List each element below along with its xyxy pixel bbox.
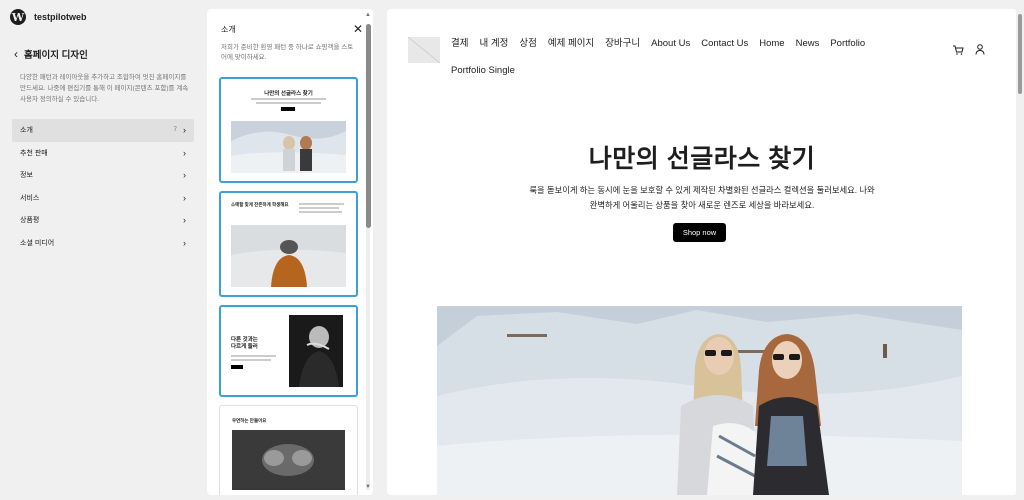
chevron-left-icon: ‹ xyxy=(14,47,18,61)
category-item-testimonials[interactable]: 상품평 › xyxy=(12,209,194,232)
wordpress-icon[interactable]: W xyxy=(10,9,26,25)
category-label: 소개 xyxy=(20,127,33,135)
thumb-text-line xyxy=(256,102,321,104)
category-item-about[interactable]: 정보 › xyxy=(12,164,194,187)
nav-item[interactable]: 상점 xyxy=(519,30,536,57)
thumb-button xyxy=(231,365,243,369)
category-label: 소셜 미디어 xyxy=(20,239,55,247)
placeholder-image-icon xyxy=(408,37,440,63)
close-icon[interactable]: ✕ xyxy=(353,22,363,36)
pattern-thumbnail-4[interactable]: 우연하는 만들어요 xyxy=(219,405,358,495)
chevron-right-icon: › xyxy=(183,147,186,158)
scrollbar-thumb[interactable] xyxy=(365,24,371,228)
thumb-text-line xyxy=(299,207,339,209)
sidebar: W testpilotweb ‹ 홈페이지 디자인 다양한 패턴과 레이아웃을 … xyxy=(0,0,206,500)
category-count-badge: 7 xyxy=(173,127,177,134)
nav-item[interactable]: Contact Us xyxy=(701,30,748,57)
hero-subtitle: 룩을 돋보이게 하는 동시에 눈을 보호할 수 있게 제작된 차별화된 선글라스… xyxy=(529,185,875,210)
thumb-text-line xyxy=(251,98,326,100)
chevron-right-icon: › xyxy=(183,237,186,248)
chevron-right-icon: › xyxy=(183,170,186,181)
panel-title: 홈페이지 디자인 xyxy=(24,50,88,61)
thumb-text-line xyxy=(299,211,342,213)
category-list: 소개 7 › 추천 판매 › 정보 › 서비스 › 상품평 › 소셜 미디어 › xyxy=(0,119,206,254)
pattern-thumbnail-3[interactable]: 다른 것과는 다르게 들러 xyxy=(219,305,358,397)
pattern-thumbnail-1[interactable]: 나만의 선글라스 찾기 xyxy=(219,77,358,183)
category-item-featured[interactable]: 추천 판매 › xyxy=(12,142,194,165)
back-button[interactable]: ‹ 홈페이지 디자인 xyxy=(14,46,206,62)
patterns-title: 소개 xyxy=(221,24,236,34)
scroll-up-arrow-icon[interactable]: ▲ xyxy=(364,12,372,18)
site-navigation: 결제 내 계정 상점 예제 페이지 장바구니 About Us Contact Us Home… xyxy=(451,30,921,84)
homepage-preview: 결제 내 계정 상점 예제 페이지 장바구니 About Us Contact Us Home… xyxy=(387,9,1017,495)
site-name: testpilotweb xyxy=(34,12,87,22)
nav-item[interactable]: 결제 xyxy=(451,30,468,57)
user-icon[interactable] xyxy=(975,44,985,55)
pattern-thumb-title: 다른 것과는 다르게 들러 xyxy=(231,337,258,350)
nav-item[interactable]: 내 계정 xyxy=(479,30,508,57)
patterns-header: 소개 ✕ xyxy=(207,9,373,37)
nav-item[interactable]: Home xyxy=(759,30,784,57)
thumb-text-line xyxy=(231,359,271,361)
scrollbar-thumb[interactable] xyxy=(1018,14,1022,94)
cart-icon[interactable] xyxy=(953,45,964,55)
patterns-scrollbar[interactable]: ▲ ▼ xyxy=(364,12,372,492)
nav-item[interactable]: Portfolio Single xyxy=(451,57,515,84)
nav-item[interactable]: News xyxy=(796,30,820,57)
category-item-intro[interactable]: 소개 7 › xyxy=(12,119,194,142)
chevron-right-icon: › xyxy=(183,125,186,136)
preview-scrollbar[interactable] xyxy=(1016,0,1024,500)
thumb-image-pottery xyxy=(232,430,345,490)
category-item-social[interactable]: 소셜 미디어 › xyxy=(12,232,194,255)
pattern-thumbnail-2[interactable]: 소매할 맞게 잔존하게 학생해요 xyxy=(219,191,358,297)
pattern-thumb-title: 우연하는 만들어요 xyxy=(232,418,267,423)
category-label: 추천 판매 xyxy=(20,149,48,157)
category-item-services[interactable]: 서비스 › xyxy=(12,187,194,210)
chevron-right-icon: › xyxy=(183,192,186,203)
category-label: 정보 xyxy=(20,172,33,180)
chevron-right-icon: › xyxy=(183,215,186,226)
site-logo-placeholder[interactable] xyxy=(408,37,440,63)
nav-item[interactable]: 예제 페이지 xyxy=(548,30,594,57)
patterns-description: 저희가 준비한 환영 패턴 중 하나로 쇼핑객을 스토어에 맞이하세요. xyxy=(221,44,354,61)
thumb-image-portrait xyxy=(289,315,343,387)
shop-now-button[interactable]: Shop now xyxy=(673,223,726,242)
thumb-image-person xyxy=(231,225,346,287)
nav-item[interactable]: 장바구니 xyxy=(605,30,640,57)
thumb-text-line xyxy=(231,355,276,357)
patterns-panel: 소개 ✕ 저희가 준비한 환영 패턴 중 하나로 쇼핑객을 스토어에 맞이하세요… xyxy=(207,9,373,495)
thumb-button xyxy=(281,107,295,111)
scroll-down-arrow-icon[interactable]: ▼ xyxy=(364,484,372,490)
thumb-text-line xyxy=(299,203,344,205)
site-header: W testpilotweb xyxy=(0,0,206,34)
hero-title: 나만의 선글라스 찾기 xyxy=(588,145,816,173)
category-label: 상품평 xyxy=(20,217,40,225)
nav-item[interactable]: About Us xyxy=(651,30,690,57)
panel-description: 다양한 패턴과 레이아웃을 추가하고 조합하여 멋진 홈페이지를 만드세요. 나… xyxy=(20,74,189,103)
hero-image-sunglasses xyxy=(437,306,962,495)
thumb-image-sunglasses xyxy=(231,121,346,173)
pattern-thumb-title: 나만의 선글라스 찾기 xyxy=(264,91,313,97)
category-label: 서비스 xyxy=(20,194,40,202)
pattern-thumb-title: 소매할 맞게 잔존하게 학생해요 xyxy=(231,202,289,207)
nav-item[interactable]: Portfolio xyxy=(830,30,865,57)
